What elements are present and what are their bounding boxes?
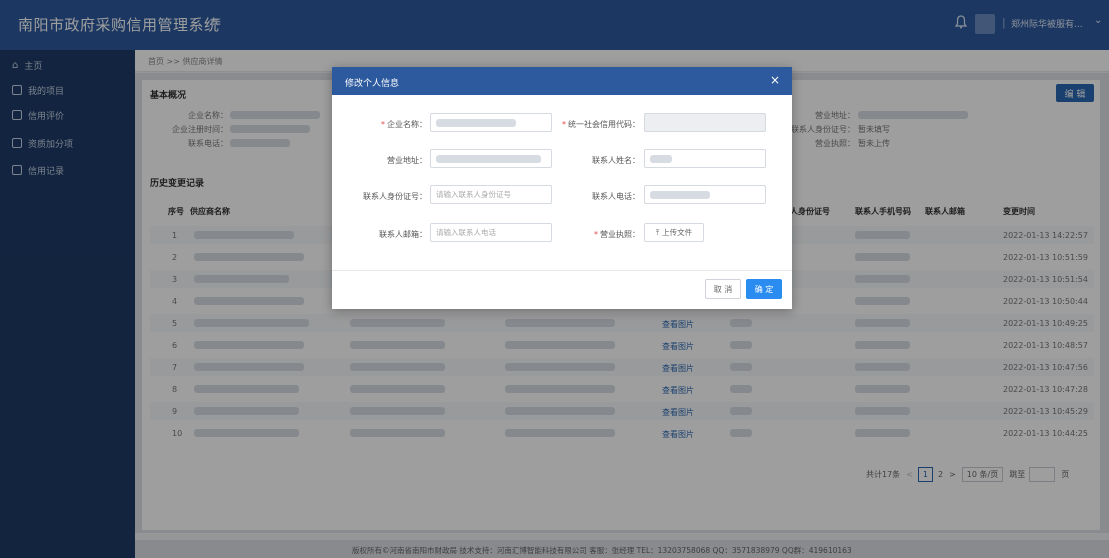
redacted-value	[436, 154, 541, 163]
modal-header: 修改个人信息 ×	[332, 67, 792, 95]
modal-divider	[332, 270, 792, 271]
contact-id-input[interactable]: 请输入联系人身份证号	[430, 185, 552, 204]
credit-code-label: * 统一社会信用代码：	[562, 120, 640, 129]
close-icon[interactable]: ×	[770, 73, 780, 87]
redacted-value	[650, 154, 672, 163]
cancel-button[interactable]: 取 消	[705, 279, 741, 299]
contact-phone-label: 联系人电话：	[592, 192, 640, 201]
edit-info-modal: 修改个人信息 × * 企业名称： * 统一社会信用代码： 营业地址： 联系人姓名： …	[332, 67, 792, 309]
redacted-value	[436, 118, 516, 127]
company-name-label: * 企业名称：	[381, 120, 427, 129]
contact-id-label: 联系人身份证号：	[363, 192, 427, 201]
contact-name-label: 联系人姓名：	[592, 156, 640, 165]
contact-email-label: 联系人邮箱：	[379, 230, 427, 239]
credit-code-input	[644, 113, 766, 132]
confirm-button[interactable]: 确 定	[746, 279, 782, 299]
contact-phone-input[interactable]	[644, 185, 766, 204]
license-label: * 营业执照：	[594, 230, 640, 239]
modal-title: 修改个人信息	[345, 79, 400, 89]
upload-file-button[interactable]: ⤒ 上传文件	[644, 223, 704, 242]
contact-email-input[interactable]: 请输入联系人电话	[430, 223, 552, 242]
address-input[interactable]	[430, 149, 552, 168]
redacted-value	[650, 190, 710, 199]
address-label: 营业地址：	[387, 156, 427, 165]
company-name-input[interactable]	[430, 113, 552, 132]
upload-button-label: 上传文件	[662, 228, 693, 237]
upload-icon: ⤒	[655, 227, 660, 237]
contact-name-input[interactable]	[644, 149, 766, 168]
